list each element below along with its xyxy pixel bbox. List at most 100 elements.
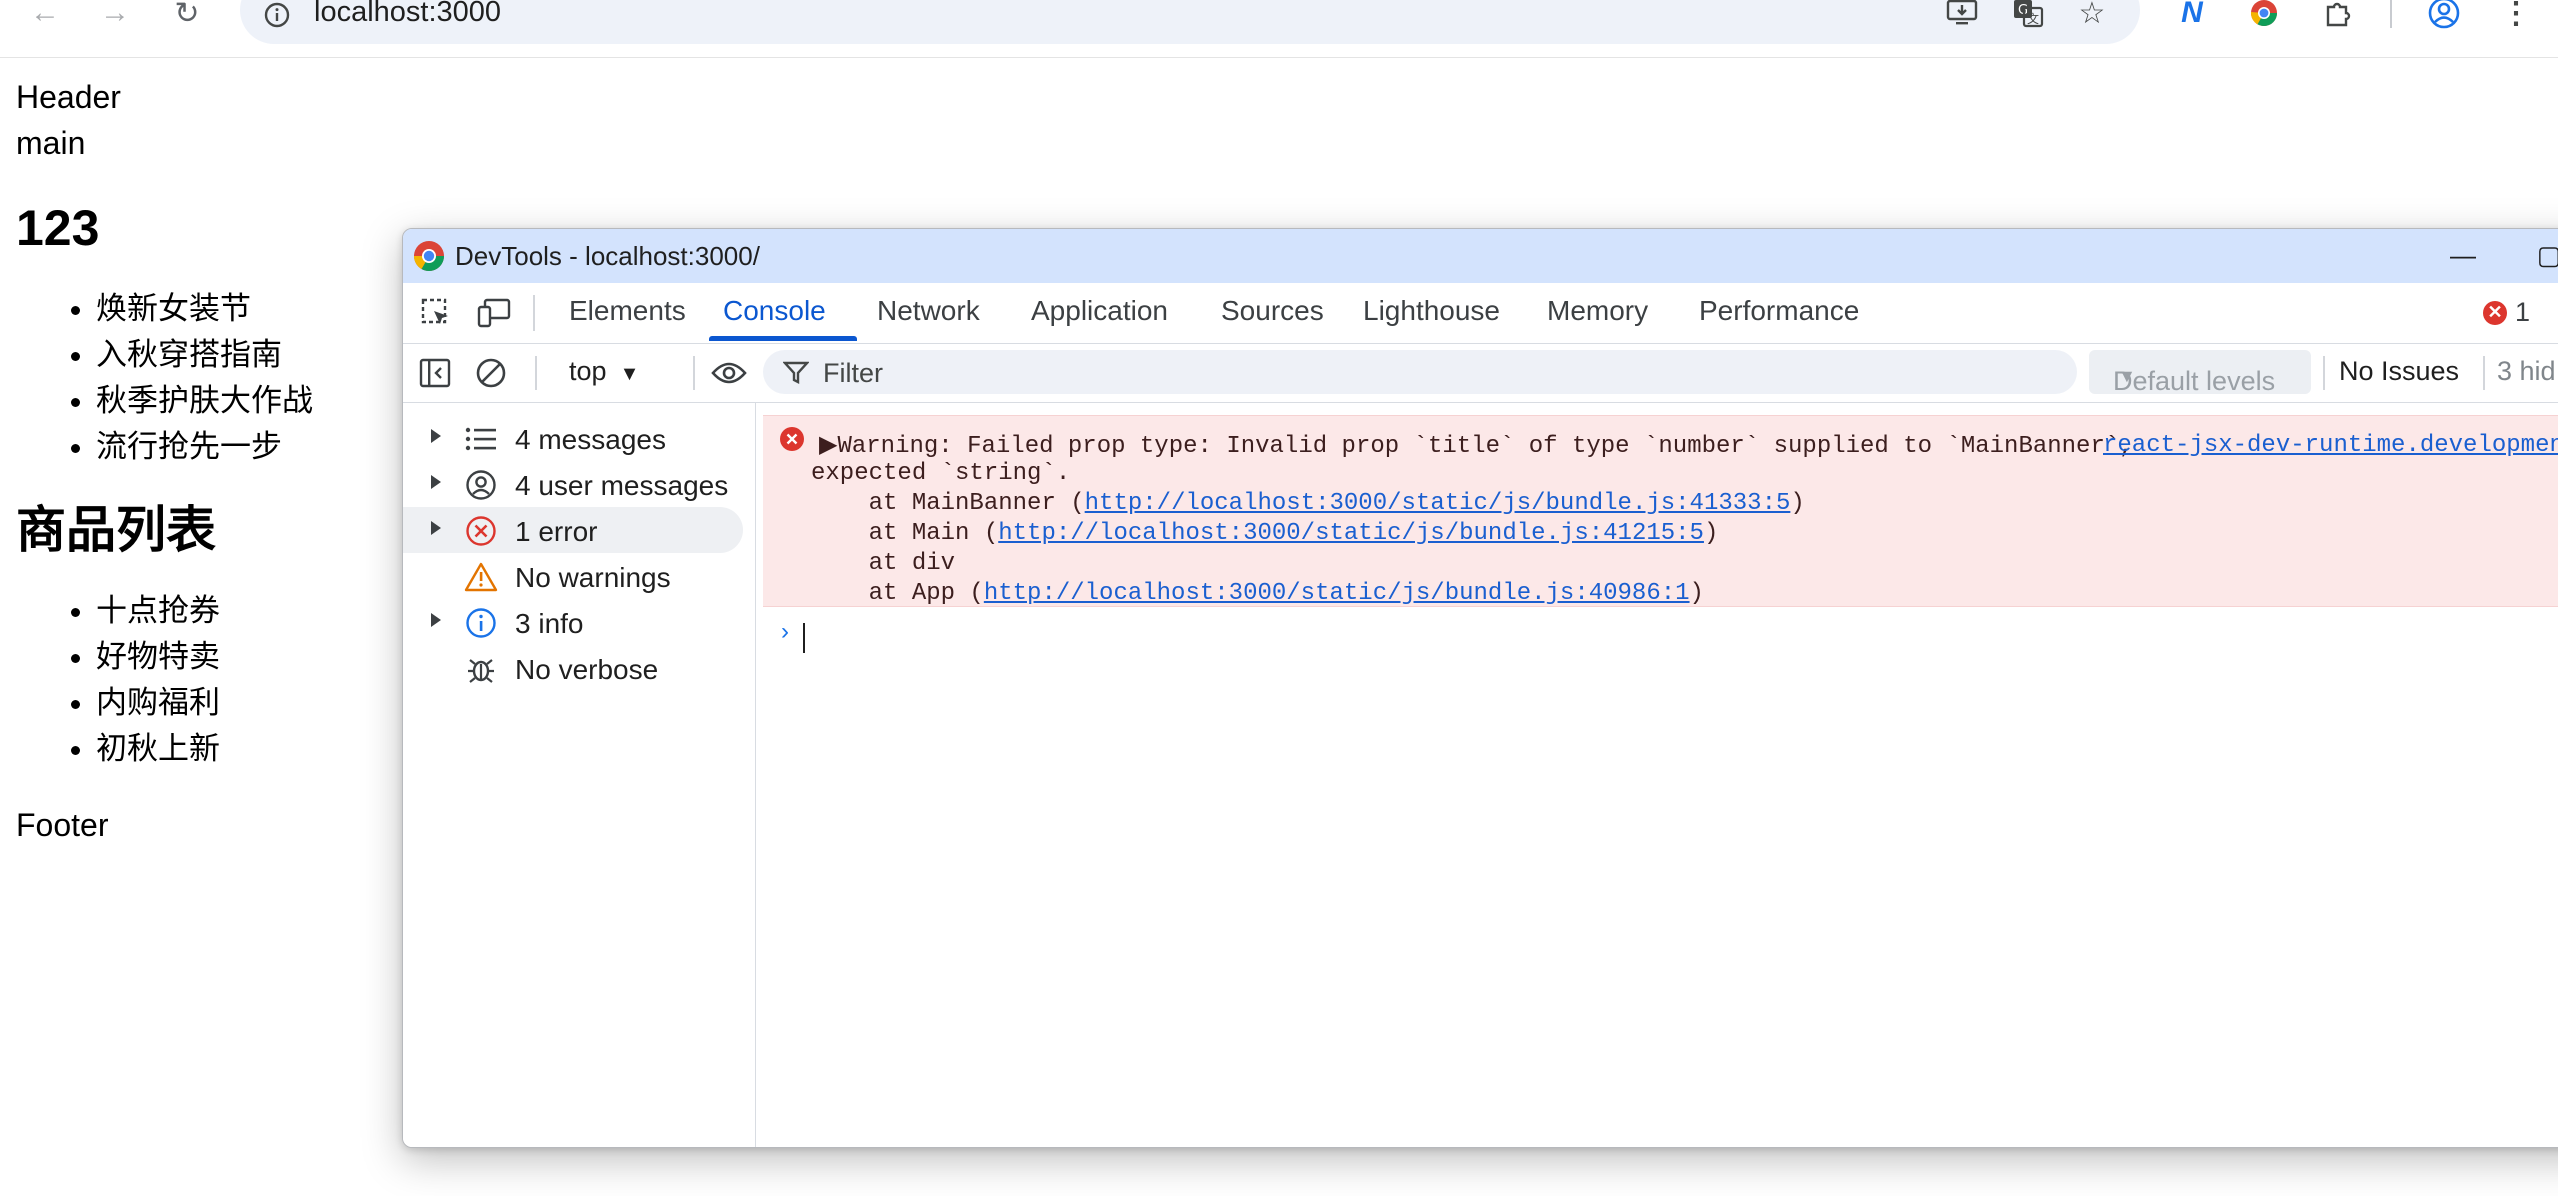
filter-placeholder: Filter	[823, 358, 883, 388]
log-levels-label: Default levels	[2113, 366, 2276, 396]
stack-frame-text: at Main (	[811, 520, 999, 547]
tab-memory[interactable]: Memory	[1547, 295, 1648, 327]
show-sidebar-icon[interactable]	[417, 355, 453, 391]
log-levels-dropdown[interactable]: Default levels ▼	[2089, 350, 2311, 396]
info-icon	[463, 605, 499, 641]
list-item: 入秋穿搭指南	[96, 332, 313, 378]
clear-console-icon[interactable]	[473, 355, 509, 391]
issues-status[interactable]: No Issues	[2339, 356, 2459, 387]
stack-frame: at Main (http://localhost:3000/static/js…	[811, 520, 1719, 547]
sidebar-item-info[interactable]: 3 info	[403, 599, 743, 645]
puzzle-extensions-icon[interactable]	[2318, 0, 2358, 30]
sidebar-item-label: 4 messages	[515, 424, 666, 455]
tab-elements[interactable]: Elements	[569, 295, 686, 327]
console-output: ▶Warning: Failed prop type: Invalid prop…	[757, 403, 2558, 1147]
tab-application[interactable]: Application	[1031, 295, 1168, 327]
filterbar-divider	[693, 356, 695, 390]
error-count-badge[interactable]: ✕ 1	[2483, 297, 2530, 328]
sidebar-item-label: No verbose	[515, 654, 659, 685]
stack-frame-text: )	[1703, 520, 1719, 547]
error-message-line[interactable]: ▶Warning: Failed prop type: Invalid prop…	[819, 430, 2134, 460]
maximize-button[interactable]: ▢	[2529, 237, 2558, 273]
list-2: 十点抢券 好物特卖 内购福利 初秋上新	[16, 588, 313, 772]
install-app-icon[interactable]	[1942, 0, 1982, 30]
devtools-titlebar[interactable]: DevTools - localhost:3000/ — ▢	[403, 229, 2558, 283]
reload-button[interactable]: ↻	[166, 0, 208, 30]
expand-arrow-icon[interactable]	[431, 613, 441, 627]
stack-frame-link[interactable]: http://localhost:3000/static/js/bundle.j…	[1085, 490, 1791, 517]
bookmark-star-icon[interactable]: ☆	[2072, 0, 2112, 30]
sidebar-item-user-messages[interactable]: 4 user messages	[403, 461, 743, 507]
sidebar-item-verbose[interactable]: No verbose	[403, 645, 743, 691]
site-info-icon[interactable]	[262, 0, 292, 30]
heading-product-list: 商品列表	[16, 502, 216, 558]
address-bar[interactable]: localhost:3000	[240, 0, 2140, 44]
context-selector-label: top	[569, 356, 607, 386]
footer-text: Footer	[16, 807, 109, 843]
header-text: Header	[16, 79, 121, 115]
sidebar-item-label: 3 info	[515, 608, 584, 639]
back-button[interactable]: ←	[24, 0, 66, 29]
forward-button[interactable]: →	[94, 0, 136, 29]
filterbar-divider	[535, 356, 537, 390]
tabbar-divider	[533, 295, 535, 331]
console-sidebar: 4 messages 4 user messages 1 error No wa…	[403, 403, 756, 1147]
expand-arrow-icon[interactable]	[431, 429, 441, 443]
sidebar-item-errors[interactable]: 1 error	[403, 507, 743, 553]
sidebar-item-label: 4 user messages	[515, 470, 729, 501]
svg-text:文: 文	[2027, 11, 2039, 26]
stack-frame-text: )	[1790, 490, 1805, 517]
error-source-link[interactable]: react-jsx-dev-runtime.development.js	[2103, 432, 2558, 459]
user-icon	[463, 467, 499, 503]
chrome-extension-icon[interactable]	[2244, 0, 2284, 30]
filterbar-divider	[2483, 356, 2485, 390]
live-expression-eye-icon[interactable]	[711, 355, 747, 391]
list-icon	[463, 421, 499, 457]
minimize-button[interactable]: —	[2443, 237, 2483, 273]
expand-arrow-icon[interactable]	[431, 521, 441, 535]
translate-icon[interactable]: G文	[2008, 0, 2048, 30]
list-item: 好物特卖	[96, 634, 313, 680]
expand-arrow-icon[interactable]	[431, 475, 441, 489]
tab-performance[interactable]: Performance	[1699, 295, 1859, 327]
devtools-title: DevTools - localhost:3000/	[455, 241, 760, 271]
device-toolbar-icon[interactable]	[475, 295, 513, 331]
sidebar-item-label: 1 error	[515, 516, 598, 547]
active-tab-indicator	[709, 336, 857, 341]
stack-frame-link[interactable]: http://localhost:3000/static/js/bundle.j…	[998, 520, 1704, 547]
hidden-messages-count: 3 hid	[2497, 356, 2556, 386]
tab-sources[interactable]: Sources	[1221, 295, 1324, 327]
console-input-caret[interactable]	[803, 623, 805, 653]
console-prompt-icon: ›	[781, 618, 789, 645]
inspect-element-icon[interactable]	[417, 295, 455, 331]
sidebar-item-warnings[interactable]: No warnings	[403, 553, 743, 599]
devtools-tabbar: Elements Console Network Application Sou…	[403, 283, 2558, 344]
stack-frame: at App (http://localhost:3000/static/js/…	[811, 580, 1704, 607]
tab-lighthouse[interactable]: Lighthouse	[1363, 295, 1500, 327]
list-item: 秋季护肤大作战	[96, 378, 313, 424]
tab-console[interactable]: Console	[723, 295, 826, 327]
devtools-window: DevTools - localhost:3000/ — ▢ Elements …	[402, 228, 2558, 1148]
more-menu-icon[interactable]: ⋮	[2496, 0, 2536, 30]
error-count: 1	[2515, 297, 2531, 327]
url-text[interactable]: localhost:3000	[314, 0, 501, 29]
extension-n-icon[interactable]: N	[2172, 0, 2212, 30]
stack-frame-text: )	[1689, 580, 1704, 607]
stack-frame-link[interactable]: http://localhost:3000/static/js/bundle.j…	[984, 580, 1690, 607]
chrome-logo-icon	[414, 241, 444, 272]
sidebar-item-messages[interactable]: 4 messages	[403, 415, 743, 461]
context-selector[interactable]: top ▼	[569, 356, 639, 387]
browser-toolbar: ← → ↻ localhost:3000 G文 ☆ N ⋮	[0, 0, 2558, 58]
list-1: 焕新女装节 入秋穿搭指南 秋季护肤大作战 流行抢先一步	[16, 286, 313, 470]
warning-icon	[463, 559, 499, 595]
console-error-message[interactable]: ▶Warning: Failed prop type: Invalid prop…	[763, 415, 2558, 607]
stack-frame-text: at div	[811, 550, 956, 577]
console-filterbar: top ▼ Filter Default levels ▼ No Issues …	[403, 344, 2558, 403]
stack-frame-text: at MainBanner (	[811, 490, 1085, 517]
list-item: 焕新女装节	[96, 286, 313, 332]
profile-icon[interactable]	[2424, 0, 2464, 30]
tab-network[interactable]: Network	[877, 295, 980, 327]
filter-funnel-icon	[783, 361, 809, 384]
filter-input[interactable]: Filter	[763, 350, 2077, 394]
sidebar-item-label: No warnings	[515, 562, 671, 593]
